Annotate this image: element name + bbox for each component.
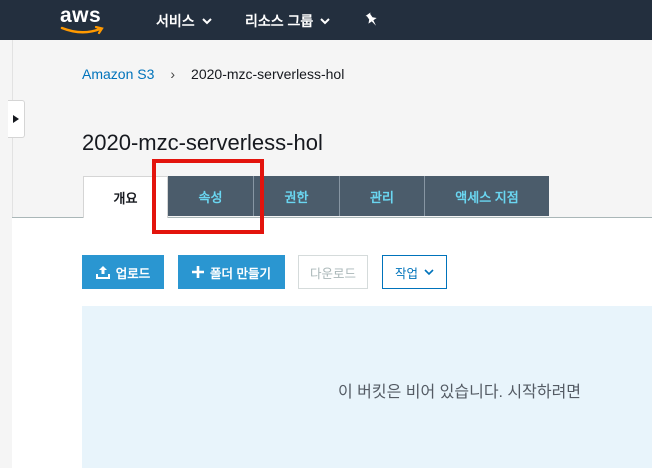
- page-title: 2020-mzc-serverless-hol: [82, 130, 323, 155]
- highlight-box: [152, 159, 264, 234]
- empty-bucket-message: 이 버킷은 비어 있습니다. 시작하려면: [338, 384, 582, 401]
- aws-logo[interactable]: aws: [60, 4, 106, 36]
- caret-right-icon: [13, 115, 19, 123]
- tab-access-points-label: 액세스 지점: [455, 189, 519, 205]
- create-folder-button[interactable]: 폴더 만들기: [178, 255, 285, 289]
- services-menu-label: 서비스: [156, 13, 195, 29]
- aws-smile-icon: [60, 26, 104, 35]
- tab-overview-label: 개요: [113, 191, 138, 206]
- upload-button-label: 업로드: [115, 266, 151, 281]
- chevron-down-icon: [320, 18, 331, 25]
- plus-icon: [192, 266, 204, 278]
- create-folder-button-label: 폴더 만들기: [210, 266, 271, 281]
- breadcrumb-separator: ›: [170, 66, 176, 82]
- aws-logo-text: aws: [60, 4, 102, 27]
- pin-icon[interactable]: [364, 12, 380, 28]
- actions-dropdown-label: 작업: [394, 266, 418, 281]
- chevron-down-icon: [201, 18, 212, 25]
- resource-groups-label: 리소스 그룹: [245, 13, 314, 29]
- top-navigation-bar: aws 서비스 리소스 그룹: [0, 0, 652, 40]
- tab-management-label: 관리: [370, 189, 394, 205]
- tab-access-points[interactable]: 액세스 지점: [425, 176, 549, 216]
- chevron-down-icon: [424, 269, 434, 276]
- breadcrumb-root-link[interactable]: Amazon S3: [82, 66, 154, 82]
- resource-groups-menu[interactable]: 리소스 그룹: [245, 11, 331, 31]
- actions-dropdown[interactable]: 작업: [382, 255, 447, 289]
- tab-permissions-label: 권한: [284, 189, 309, 205]
- breadcrumb-current: 2020-mzc-serverless-hol: [191, 66, 345, 82]
- download-button[interactable]: 다운로드: [298, 255, 368, 289]
- tab-management[interactable]: 관리: [340, 176, 425, 216]
- breadcrumb: Amazon S3 › 2020-mzc-serverless-hol: [82, 66, 344, 82]
- tab-permissions[interactable]: 권한: [254, 176, 340, 216]
- upload-button[interactable]: 업로드: [82, 255, 164, 289]
- download-button-label: 다운로드: [309, 266, 356, 281]
- upload-icon: [95, 266, 110, 279]
- sidebar-toggle[interactable]: [8, 100, 25, 138]
- services-menu[interactable]: 서비스: [156, 11, 213, 31]
